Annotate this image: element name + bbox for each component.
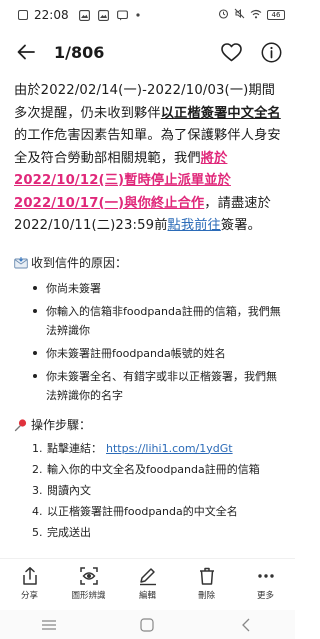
step-url-link[interactable]: https://lihi1.com/1ydGt <box>106 439 233 459</box>
dot-icon <box>135 9 140 21</box>
envelope-icon <box>14 256 28 270</box>
page-counter: 1/806 <box>54 42 105 62</box>
status-time: 22:08 <box>34 8 69 22</box>
notice-text-2: 的工作危害因素告知單。為了保護夥伴人身安全及符合勞動部相關規範，我們 <box>14 128 281 166</box>
list-item: 1. 點擊連結： https://lihi1.com/1ydGt <box>32 439 284 459</box>
delete-button[interactable]: 刪除 <box>181 566 233 601</box>
status-bar: 22:08 46 <box>0 0 295 30</box>
system-back-icon[interactable] <box>231 615 261 635</box>
list-item: 5. 完成送出 <box>32 525 91 539</box>
list-item: 你尚未簽署 <box>32 279 284 298</box>
heart-icon[interactable] <box>219 40 243 64</box>
scan-eye-icon <box>79 567 98 585</box>
image-notification-icon <box>79 9 91 21</box>
bottom-toolbar: 分享 圖形辨識 編輯 刪除 更多 <box>0 558 295 608</box>
share-button[interactable]: 分享 <box>4 566 56 601</box>
reasons-title: 收到信件的原因： <box>31 255 128 270</box>
notice-paragraph: 由於2022/02/14(一)-2022/10/03(一)期間多次提醒，仍未收到… <box>14 80 284 238</box>
notice-text-4: 簽署。 <box>220 218 261 233</box>
list-item: 2. 輸入你的中文全名及foodpanda註冊的信箱 <box>32 462 260 476</box>
more-button[interactable]: 更多 <box>240 566 292 601</box>
image-notification-icon-2 <box>98 9 110 21</box>
notice-emphasis-fullname: 以正楷簽署中文全名 <box>160 105 281 121</box>
info-icon[interactable] <box>259 40 283 64</box>
steps-list: 1. 點擊連結： https://lihi1.com/1ydGt 2. 輸入你的中文全… <box>14 439 284 543</box>
system-nav-bar <box>0 610 295 639</box>
list-item: 4. 以正楷簽署註冊foodpanda的中文全名 <box>32 504 238 518</box>
steps-title: 操作步驟： <box>31 417 92 432</box>
message-notification-icon <box>117 9 129 21</box>
battery-indicator: 46 <box>267 10 285 20</box>
alarm-icon <box>218 8 229 22</box>
list-item: 你輸入的信箱非foodpanda註冊的信箱，我們無法辨識你 <box>32 302 284 340</box>
pushpin-icon <box>14 418 28 432</box>
sign-link[interactable]: 點我前往 <box>168 218 221 233</box>
mute-icon <box>234 8 245 22</box>
list-item: 你未簽署註冊foodpanda帳號的姓名 <box>32 344 284 363</box>
top-app-bar: 1/806 <box>0 30 295 74</box>
screen-record-icon <box>18 10 28 20</box>
reasons-heading: 收到信件的原因： <box>14 253 284 273</box>
recent-apps-icon[interactable] <box>34 615 64 635</box>
image-recognition-button[interactable]: 圖形辨識 <box>63 566 115 601</box>
share-icon <box>22 567 37 585</box>
pen-icon <box>139 568 156 586</box>
photo-text-content: 由於2022/02/14(一)-2022/10/03(一)期間多次提醒，仍未收到… <box>14 80 284 544</box>
list-item: 你未簽署全名、有錯字或非以正楷簽署，我們無法辨識你的名字 <box>32 367 284 405</box>
wifi-icon <box>250 8 262 22</box>
more-dots-icon <box>257 574 274 578</box>
home-icon[interactable] <box>132 615 162 635</box>
edit-button[interactable]: 編輯 <box>122 566 174 601</box>
list-item: 3. 閱讀內文 <box>32 483 91 497</box>
steps-heading: 操作步驟： <box>14 415 284 435</box>
trash-icon <box>199 567 214 585</box>
back-arrow-icon[interactable] <box>14 40 38 64</box>
reasons-list: 你尚未簽署 你輸入的信箱非foodpanda註冊的信箱，我們無法辨識你 你未簽署… <box>14 279 284 405</box>
